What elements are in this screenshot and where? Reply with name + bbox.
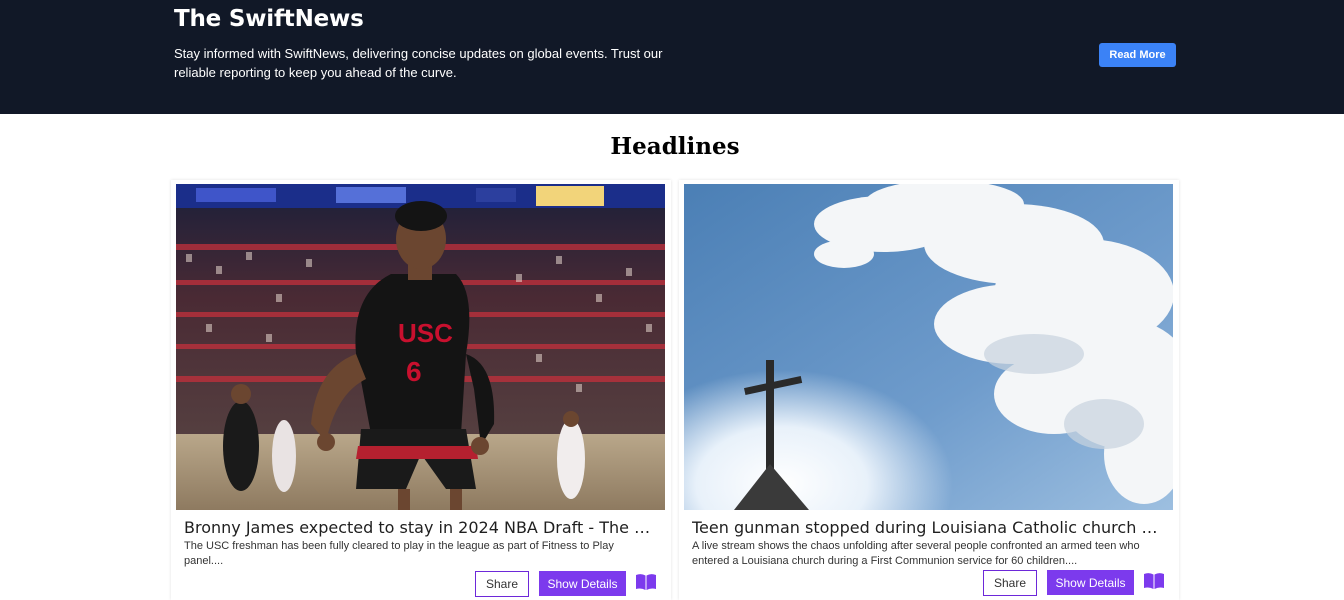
- article-description: A live stream shows the chaos unfolding …: [692, 540, 1140, 567]
- article-title[interactable]: Teen gunman stopped during Louisiana Cat…: [692, 518, 1168, 537]
- article-card: USC 6 Bronny James expected to stay in 2…: [171, 180, 671, 600]
- article-image[interactable]: USC 6: [176, 184, 665, 510]
- brand-title: The SwiftNews: [174, 6, 364, 32]
- share-button[interactable]: Share: [475, 571, 529, 597]
- hero-tagline: Stay informed with SwiftNews, delivering…: [174, 46, 663, 80]
- book-icon[interactable]: [635, 573, 657, 591]
- jersey-number: 6: [406, 356, 422, 387]
- basketball-player-photo: USC 6: [176, 184, 665, 510]
- article-card: Teen gunman stopped during Louisiana Cat…: [679, 180, 1179, 600]
- show-details-button[interactable]: Show Details: [1047, 570, 1134, 595]
- book-icon[interactable]: [1143, 572, 1165, 590]
- article-description: The USC freshman has been fully cleared …: [184, 540, 614, 567]
- read-more-button[interactable]: Read More: [1099, 43, 1176, 67]
- section-title: Headlines: [610, 133, 740, 160]
- share-button[interactable]: Share: [983, 570, 1037, 596]
- article-image[interactable]: [684, 184, 1173, 510]
- hero-banner: The SwiftNews Stay informed with SwiftNe…: [0, 0, 1344, 114]
- church-cross-sky-photo: [684, 184, 1173, 510]
- article-title[interactable]: Bronny James expected to stay in 2024 NB…: [184, 518, 660, 537]
- show-details-button[interactable]: Show Details: [539, 571, 626, 596]
- jersey-letters: USC: [398, 318, 453, 348]
